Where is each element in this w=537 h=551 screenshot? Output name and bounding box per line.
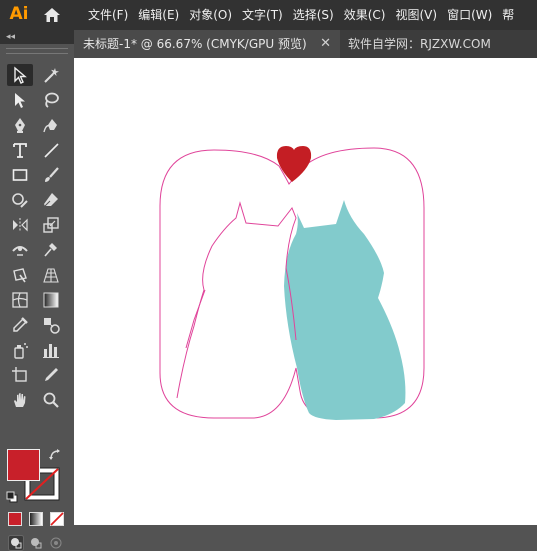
draw-normal-icon[interactable] — [8, 535, 24, 551]
type-tool-icon — [13, 143, 27, 158]
line-segment-tool-icon — [44, 143, 59, 158]
selection-tool[interactable] — [7, 64, 33, 86]
heart-shape — [276, 146, 312, 182]
blend-tool-icon — [44, 318, 60, 334]
type-tool[interactable] — [7, 139, 33, 161]
puppet-warp-tool-icon — [44, 243, 57, 257]
menu-effect[interactable]: 效果(C) — [344, 0, 386, 30]
eyedropper-tool-icon — [13, 317, 28, 332]
document-tab-bar: 未标题-1* @ 66.67% (CMYK/GPU 预览) ✕ 软件自学网：RJ… — [74, 30, 537, 58]
puppet-warp-tool[interactable] — [38, 239, 64, 261]
zoom-tool[interactable] — [38, 389, 64, 411]
slice-tool-icon — [45, 368, 58, 381]
symbol-sprayer-tool[interactable] — [7, 339, 33, 361]
color-mode-button[interactable] — [8, 512, 22, 526]
symbol-sprayer-tool-icon — [14, 343, 28, 359]
menu-file[interactable]: 文件(F) — [88, 0, 128, 30]
selection-tool-icon — [14, 66, 27, 84]
menu-bar: Ai 文件(F) 编辑(E) 对象(O) 文字(T) 选择(S) 效果(C) 视… — [0, 0, 537, 30]
artwork — [159, 146, 425, 420]
curvature-tool[interactable] — [38, 114, 64, 136]
scale-tool-icon — [43, 217, 59, 233]
magic-wand-tool[interactable] — [38, 64, 64, 86]
width-tool[interactable] — [7, 239, 33, 261]
lasso-tool-icon — [45, 92, 59, 108]
perspective-grid-tool[interactable] — [38, 264, 64, 286]
shaper-tool-icon — [12, 193, 28, 208]
menu-type[interactable]: 文字(T) — [242, 0, 283, 30]
paintbrush-tool[interactable] — [38, 164, 64, 186]
pen-tool-icon — [15, 118, 25, 133]
menu-items: 文件(F) 编辑(E) 对象(O) 文字(T) 选择(S) 效果(C) 视图(V… — [88, 0, 524, 30]
eyedropper-tool[interactable] — [7, 314, 33, 336]
line-segment-tool[interactable] — [38, 139, 64, 161]
hand-tool-icon — [14, 393, 26, 407]
reflect-tool[interactable] — [7, 214, 33, 236]
tools-panel — [0, 44, 74, 551]
none-mode-button[interactable] — [50, 512, 64, 526]
menu-view[interactable]: 视图(V) — [395, 0, 437, 30]
column-graph-tool[interactable] — [38, 339, 64, 361]
direct-selection-tool-icon — [15, 93, 25, 108]
tab-document-label: 未标题-1* @ 66.67% (CMYK/GPU 预览) — [83, 37, 307, 51]
hand-tool[interactable] — [7, 389, 33, 411]
curvature-tool-icon — [43, 119, 57, 133]
free-transform-tool-icon — [13, 268, 27, 283]
scale-tool[interactable] — [38, 214, 64, 236]
menu-help[interactable]: 帮 — [502, 0, 514, 30]
rectangle-tool[interactable] — [7, 164, 33, 186]
reflect-tool-icon — [13, 218, 28, 232]
shaper-tool[interactable] — [7, 189, 33, 211]
menu-object[interactable]: 对象(O) — [189, 0, 232, 30]
pen-tool[interactable] — [7, 114, 33, 136]
default-fill-stroke-icon[interactable] — [6, 491, 18, 503]
tab-website[interactable]: 软件自学网：RJZXW.COM — [348, 30, 491, 58]
mesh-tool-icon — [12, 292, 28, 308]
gradient-tool[interactable] — [38, 289, 64, 311]
toolbar-collapse-button[interactable]: ◂◂ — [0, 30, 74, 44]
magic-wand-tool-icon — [44, 68, 59, 83]
mesh-tool[interactable] — [7, 289, 33, 311]
menu-select[interactable]: 选择(S) — [293, 0, 334, 30]
draw-inside-icon[interactable] — [48, 535, 64, 551]
paintbrush-tool-icon — [45, 167, 59, 182]
gradient-tool-icon — [43, 292, 59, 308]
draw-behind-icon[interactable] — [28, 535, 44, 551]
menu-window[interactable]: 窗口(W) — [447, 0, 492, 30]
slice-tool[interactable] — [38, 364, 64, 386]
menu-edit[interactable]: 编辑(E) — [138, 0, 179, 30]
artboard-tool[interactable] — [7, 364, 33, 386]
gradient-mode-button[interactable] — [29, 512, 43, 526]
width-tool-icon — [12, 246, 28, 256]
eraser-tool[interactable] — [38, 189, 64, 211]
artboard-canvas[interactable] — [74, 58, 537, 525]
swap-fill-stroke-icon[interactable] — [48, 448, 62, 462]
direct-selection-tool[interactable] — [7, 89, 33, 111]
artboard-tool-icon — [12, 367, 27, 382]
lasso-tool[interactable] — [38, 89, 64, 111]
fill-color-swatch[interactable] — [7, 449, 40, 481]
perspective-grid-tool-icon — [43, 268, 59, 283]
home-icon[interactable] — [43, 6, 61, 24]
eraser-tool-icon — [44, 193, 58, 207]
free-transform-tool[interactable] — [7, 264, 33, 286]
close-icon[interactable]: ✕ — [320, 30, 331, 58]
column-graph-tool-icon — [43, 344, 59, 358]
panel-grip[interactable] — [6, 48, 68, 54]
tab-document-untitled[interactable]: 未标题-1* @ 66.67% (CMYK/GPU 预览) ✕ — [74, 30, 340, 58]
blend-tool[interactable] — [38, 314, 64, 336]
app-logo: Ai — [9, 4, 29, 24]
rectangle-tool-icon — [12, 169, 28, 181]
teal-cat-silhouette — [284, 200, 406, 420]
zoom-tool-icon — [43, 392, 59, 408]
white-cat-outline — [176, 201, 297, 399]
